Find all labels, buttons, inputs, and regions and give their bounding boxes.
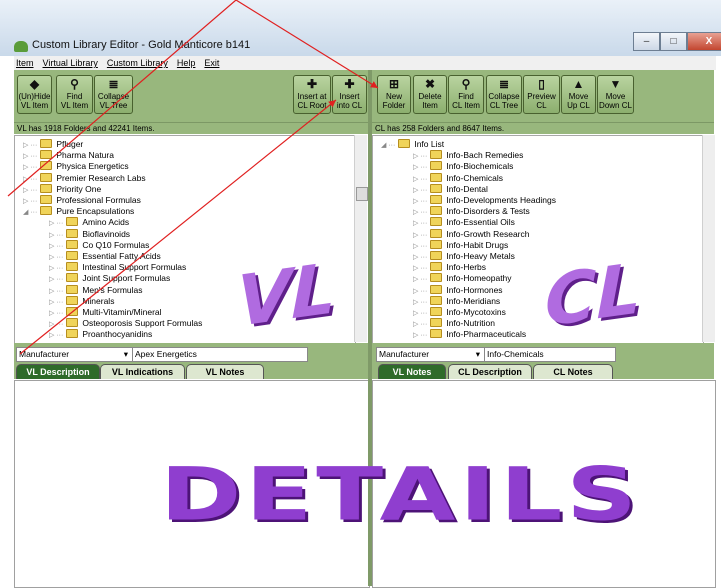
annotation-arrow	[7, 0, 237, 197]
annotation-arrow	[19, 99, 337, 355]
annotation-arrow	[235, 0, 379, 89]
annotation-arrows	[7, 0, 379, 355]
